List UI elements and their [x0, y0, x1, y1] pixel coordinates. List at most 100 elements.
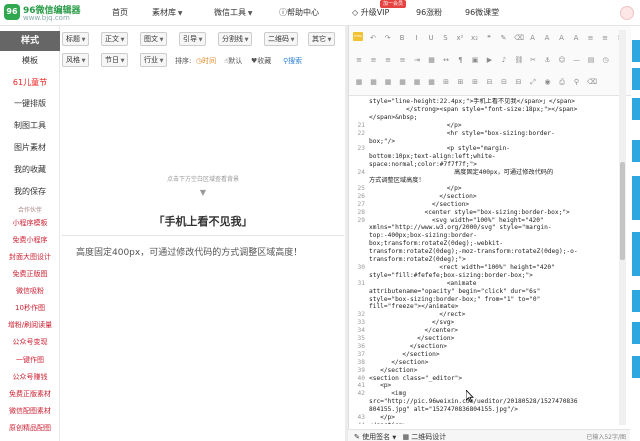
rail-tab-7[interactable]: [632, 290, 640, 312]
redo-icon[interactable]: ↷: [384, 34, 392, 42]
paragraph-icon[interactable]: ¶: [457, 56, 465, 64]
sort-default[interactable]: ☝默认: [224, 56, 242, 66]
sidebar-item[interactable]: 制图工具: [0, 120, 60, 131]
rail-tab-2[interactable]: [632, 68, 640, 90]
tag-style[interactable]: 风格 ▼: [62, 53, 90, 67]
nav-class[interactable]: 96微课堂: [465, 7, 499, 18]
sidebar-item[interactable]: 增粉/刷阅读量: [0, 320, 60, 330]
merge-cells-icon[interactable]: ⊞: [442, 78, 450, 86]
rail-tab-6[interactable]: [632, 232, 640, 276]
image-icon[interactable]: ▣: [471, 56, 479, 64]
table-col-insert-icon[interactable]: ▦: [413, 78, 421, 86]
rail-tab-3[interactable]: [632, 98, 640, 120]
rail-tab-5[interactable]: [632, 176, 640, 220]
tag-image-text[interactable]: 图文 ▼: [140, 32, 168, 46]
sidebar-item[interactable]: 免费小程序: [0, 235, 60, 245]
underline-icon[interactable]: U: [427, 34, 435, 42]
sidebar-item[interactable]: 公众号赚钱: [0, 372, 60, 382]
music-icon[interactable]: ♪: [500, 56, 508, 64]
superscript-icon[interactable]: x²: [456, 34, 464, 42]
split-rows-icon[interactable]: ⊟: [500, 78, 508, 86]
sidebar-item[interactable]: 模板: [0, 55, 60, 66]
template-preview[interactable]: 点击下方空白区域查看背景 ▼ 「手机上看不见我」 高度固定400px，可通过修改…: [62, 68, 344, 441]
align-justify-icon[interactable]: ≡: [399, 56, 407, 64]
merge-down-icon[interactable]: ⊞: [471, 78, 479, 86]
anchor-icon[interactable]: ⚓: [544, 56, 552, 64]
sort-search[interactable]: ⚲搜索: [283, 56, 302, 66]
link-icon[interactable]: ⛓: [515, 56, 524, 64]
tag-festival[interactable]: 节日 ▼: [101, 53, 129, 67]
nav-grow-fans[interactable]: 96涨粉: [416, 7, 442, 18]
tag-qrcode[interactable]: 二维码 ▼: [264, 32, 299, 46]
sort-favorite[interactable]: ♥收藏: [251, 56, 271, 66]
font-family-icon[interactable]: A: [572, 34, 580, 42]
sort-time[interactable]: ◷时间: [196, 56, 216, 66]
table-col-delete-icon[interactable]: ▦: [428, 78, 436, 86]
tag-industry[interactable]: 行业 ▼: [140, 53, 168, 67]
bold-icon[interactable]: B: [398, 34, 406, 42]
preview-icon[interactable]: ◉: [544, 78, 552, 86]
sidebar-item[interactable]: 我的收藏: [0, 164, 60, 175]
italic-icon[interactable]: I: [413, 34, 421, 42]
sidebar-item[interactable]: 封面大图设计: [0, 252, 60, 262]
unlink-icon[interactable]: ✂: [529, 56, 537, 64]
split-cols-icon[interactable]: ⊟: [515, 78, 523, 86]
format-paint-icon[interactable]: ✎: [500, 34, 508, 42]
rail-tab-1[interactable]: [632, 40, 640, 62]
sidebar-item[interactable]: 61儿童节: [0, 77, 60, 88]
sidebar-item[interactable]: 微信配图素材: [0, 406, 60, 416]
sidebar-header-style[interactable]: 样式: [0, 31, 60, 51]
sidebar-item[interactable]: 免费正版图: [0, 269, 60, 279]
time-icon[interactable]: ◷: [602, 56, 610, 64]
subscript-icon[interactable]: x₂: [471, 34, 479, 42]
merge-right-icon[interactable]: ⊞: [457, 78, 465, 86]
clear-icon[interactable]: ⌫: [587, 78, 597, 86]
tag-body[interactable]: 正文 ▼: [101, 32, 129, 46]
print-icon[interactable]: ⎙: [558, 78, 566, 86]
align-left-icon[interactable]: ≡: [355, 56, 363, 64]
user-avatar[interactable]: [620, 6, 634, 20]
nav-help[interactable]: ⓘ帮助中心: [279, 7, 319, 18]
undo-icon[interactable]: ↶: [369, 34, 377, 42]
editor-scrollbar-thumb[interactable]: [620, 162, 625, 260]
sidebar-item[interactable]: 小程序模板: [0, 218, 60, 228]
indent-icon[interactable]: ⇥: [413, 56, 421, 64]
video-icon[interactable]: ▶: [486, 56, 494, 64]
sidebar-item[interactable]: 一键作图: [0, 355, 60, 365]
site-logo[interactable]: 96 96微信编辑器 www.bjq.com: [4, 3, 104, 23]
tag-guide[interactable]: 引导 ▼: [179, 32, 207, 46]
search-replace-icon[interactable]: ⚲: [573, 78, 581, 86]
nav-upgrade-vip[interactable]: ◇ 升级VIP: [352, 7, 389, 18]
sidebar-item[interactable]: 微信吸粉: [0, 286, 60, 296]
qr-design-button[interactable]: 二维码设计: [411, 433, 446, 441]
font-color-icon[interactable]: A: [529, 34, 537, 42]
nav-materials[interactable]: 素材库 ▼: [152, 7, 183, 18]
tag-divider[interactable]: 分割线 ▼: [218, 32, 253, 46]
sidebar-item[interactable]: 我的保存: [0, 186, 60, 197]
letter-spacing-icon[interactable]: ↔: [442, 56, 450, 64]
split-cells-icon[interactable]: ⊟: [486, 78, 494, 86]
emoji-icon[interactable]: ☺: [558, 56, 566, 64]
sidebar-item[interactable]: 图片素材: [0, 142, 60, 153]
rail-tab-9[interactable]: [632, 356, 640, 378]
bg-color-icon[interactable]: A: [543, 34, 551, 42]
quote-icon[interactable]: ❝: [485, 34, 493, 42]
sidebar-item[interactable]: 免费正版素材: [0, 389, 60, 399]
tag-other[interactable]: 其它 ▼: [308, 32, 336, 46]
fullscreen-icon[interactable]: ⤢: [529, 78, 537, 86]
align-center-icon[interactable]: ≡: [370, 56, 378, 64]
signature-button[interactable]: 使用签名: [362, 433, 390, 441]
clear-format-icon[interactable]: ⌫: [514, 34, 524, 42]
nav-wechat-tools[interactable]: 微信工具 ▼: [214, 7, 253, 18]
sidebar-item[interactable]: 一键排版: [0, 98, 60, 109]
code-area[interactable]: style="line-height:22.4px;">手机上看不见我</spa…: [349, 98, 625, 424]
rail-tab-4[interactable]: [632, 140, 640, 162]
rail-tab-8[interactable]: [632, 322, 640, 344]
date-icon[interactable]: ▤: [587, 56, 595, 64]
sidebar-item[interactable]: 10秒作图: [0, 303, 60, 313]
table-row-delete-icon[interactable]: ▦: [399, 78, 407, 86]
list-ul-icon[interactable]: ≡: [601, 34, 609, 42]
html-source-button[interactable]: HTML: [353, 32, 363, 41]
strikethrough-icon[interactable]: S: [442, 34, 450, 42]
tag-title[interactable]: 标题 ▼: [62, 32, 90, 46]
